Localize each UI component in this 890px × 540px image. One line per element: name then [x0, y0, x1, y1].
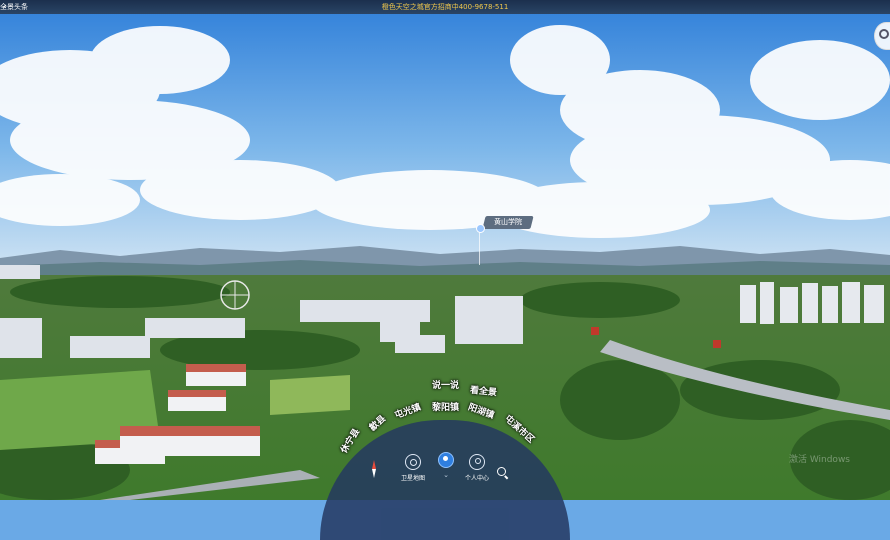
hotspot-dot-icon[interactable] [476, 224, 485, 233]
billboard [713, 340, 721, 348]
top-left-label[interactable]: 头条 [14, 0, 28, 14]
map-pin-icon [438, 452, 454, 468]
arc-item-shuoyishuo[interactable]: 说一说 [432, 378, 459, 391]
top-bar: ‹ 头条 橙色天空之城官方招商中400-9678-511 [0, 0, 890, 14]
hotspot-label[interactable]: 黄山学院 [482, 216, 534, 229]
sub-label: 全景 [0, 3, 14, 11]
promo-text[interactable]: 橙色天空之城官方招商中400-9678-511 [382, 3, 509, 11]
personal-center-button[interactable]: 个人中心 [457, 454, 497, 482]
arc-item-kanquanjing[interactable]: 看全景 [469, 383, 497, 399]
user-icon [469, 454, 485, 470]
search-button[interactable] [496, 466, 512, 480]
windows-activation-watermark: 激活 Windows [788, 455, 850, 465]
personal-center-label: 个人中心 [464, 475, 489, 482]
search-icon [496, 466, 509, 480]
arc-item-liyang[interactable]: 黎阳镇 [432, 400, 459, 413]
billboard [591, 327, 599, 335]
camera-icon [405, 454, 421, 470]
satellite-map-label: 卫星地图 [400, 475, 425, 482]
hotspot-text: 黄山学院 [494, 218, 522, 226]
hotspot-pointer-line [479, 229, 480, 265]
compass-icon[interactable] [372, 460, 376, 478]
